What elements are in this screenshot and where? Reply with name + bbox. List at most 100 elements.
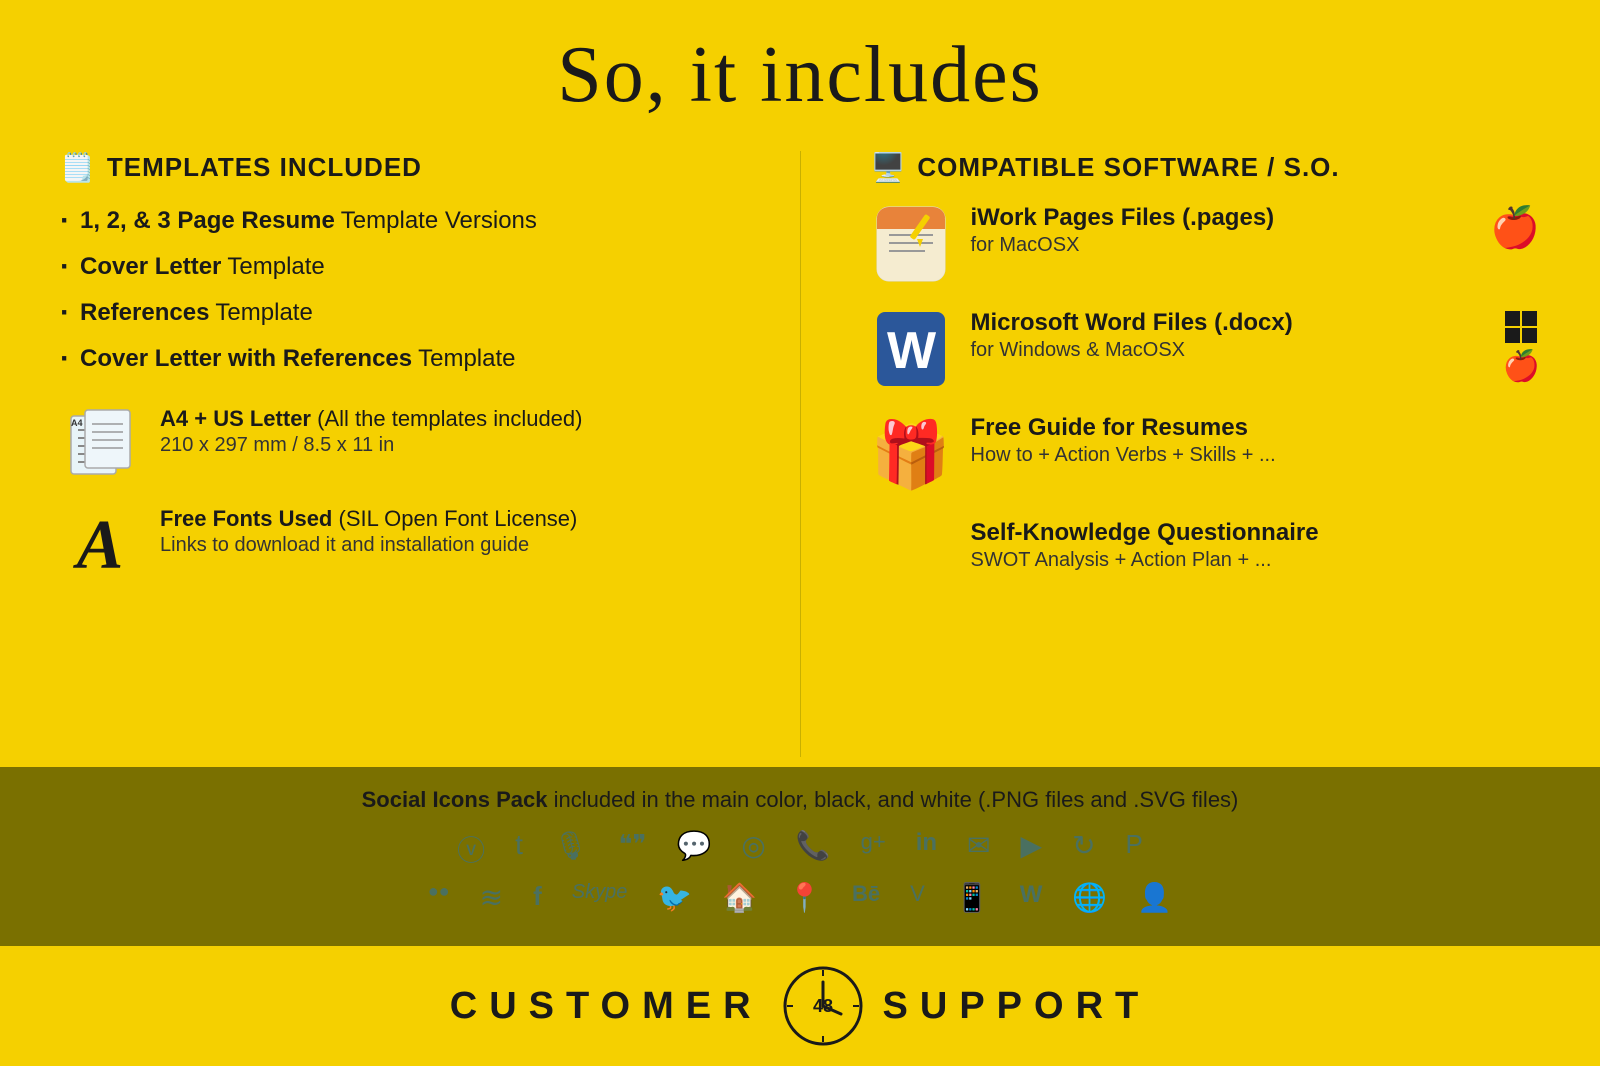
social-icons-row-1: ⓥ t 🎙 ❝❞ 💬 ◎ 📞 g+ in ✉ ▶ ↻ P xyxy=(60,829,1540,869)
facebook-icon: f xyxy=(533,881,542,914)
list-item-bold: Cover Letter xyxy=(80,253,221,281)
svg-text:48: 48 xyxy=(813,996,833,1016)
social-section: Social Icons Pack included in the main c… xyxy=(0,767,1600,946)
social-icons-row-2: ●● ≋ f Skype 🐦 🏠 📍 Bē V 📱 W 🌐 👤 xyxy=(60,881,1540,914)
list-item-regular: Template xyxy=(215,299,312,327)
instagram-icon: ◎ xyxy=(741,829,765,869)
list-item-bold: 1, 2, & 3 Page Resume xyxy=(80,207,335,235)
globe-icon: 🌐 xyxy=(1072,881,1107,914)
font-icon-item: A Free Fonts Used (SIL Open Font License… xyxy=(60,506,730,586)
gift-icon: 🎁 xyxy=(870,422,951,487)
a4-title: A4 + US Letter (All the templates includ… xyxy=(160,406,730,432)
apple-os-icon: 🍎 xyxy=(1480,204,1540,251)
refresh-icon: ↻ xyxy=(1072,829,1095,869)
content-area: 🗒️ TEMPLATES INCLUDED 1, 2, & 3 Page Res… xyxy=(0,141,1600,757)
a4-subtitle: 210 x 297 mm / 8.5 x 11 in xyxy=(160,434,730,457)
location-icon: 📍 xyxy=(787,881,822,914)
youtube-icon: ▶ xyxy=(1021,829,1043,869)
whatsapp-icon: 📱 xyxy=(955,881,990,914)
home-icon: 🏠 xyxy=(722,881,757,914)
flickr-icon: ●● xyxy=(428,881,450,914)
gift-title: Free Guide for Resumes xyxy=(971,414,1541,442)
font-icon-box: A xyxy=(60,506,140,586)
quote-icon: ❝❞ xyxy=(618,829,646,869)
questionnaire-subtitle: SWOT Analysis + Action Plan + ... xyxy=(971,549,1541,572)
questionnaire-item: Self-Knowledge Questionnaire SWOT Analys… xyxy=(871,519,1541,599)
support-badge: 48 xyxy=(783,966,863,1046)
left-column: 🗒️ TEMPLATES INCLUDED 1, 2, & 3 Page Res… xyxy=(60,151,750,757)
phone-icon: 📞 xyxy=(796,829,831,869)
vine-icon: V xyxy=(910,881,925,914)
apple-icon2: 🍎 xyxy=(1503,349,1540,384)
word-text-block: Microsoft Word Files (.docx) for Windows… xyxy=(971,309,1473,362)
list-item-regular: Template xyxy=(418,345,515,373)
software-title: COMPATIBLE SOFTWARE / S.O. xyxy=(917,152,1339,183)
word-software-item: W Microsoft Word Files (.docx) for Windo… xyxy=(871,309,1541,389)
list-item: 1, 2, & 3 Page Resume Template Versions xyxy=(60,204,730,238)
social-bold: Social Icons Pack xyxy=(362,787,548,812)
main-title: So, it includes xyxy=(0,30,1600,121)
gift-subtitle: How to + Action Verbs + Skills + ... xyxy=(971,444,1541,467)
chat-icon: 💬 xyxy=(676,829,711,869)
font-regular: (SIL Open Font License) xyxy=(339,506,578,531)
pages-software-item: iWork Pages Files (.pages) for MacOSX 🍎 xyxy=(871,204,1541,284)
questionnaire-text-block: Self-Knowledge Questionnaire SWOT Analys… xyxy=(971,519,1541,572)
pinterest-icon: P xyxy=(1126,829,1143,869)
a4-icon-item: A4 A4 + US Letter (All the templates inc… xyxy=(60,406,730,486)
wordpress-icon: W xyxy=(1020,881,1043,914)
questionnaire-title: Self-Knowledge Questionnaire xyxy=(971,519,1541,547)
monitor-emoji-icon: 🖥️ xyxy=(871,151,906,184)
footer-section: CUSTOMER 48 SUPPORT xyxy=(0,946,1600,1066)
document-icon: A4 xyxy=(63,406,138,486)
podcast-icon: 🎙 xyxy=(553,829,589,869)
a4-regular: (All the templates included) xyxy=(317,406,582,431)
svg-text:A4: A4 xyxy=(71,418,83,428)
gift-text-block: Free Guide for Resumes How to + Action V… xyxy=(971,414,1541,467)
list-item-bold: Cover Letter with References xyxy=(80,345,412,373)
font-subtitle: Links to download it and installation gu… xyxy=(160,534,730,557)
list-item-regular: Template Versions xyxy=(341,207,537,235)
gift-icon-box: 🎁 xyxy=(871,414,951,494)
windows-icon xyxy=(1503,309,1539,345)
font-text-block: Free Fonts Used (SIL Open Font License) … xyxy=(160,506,730,557)
svg-text:W: W xyxy=(887,322,937,380)
pages-text-block: iWork Pages Files (.pages) for MacOSX xyxy=(971,204,1461,257)
list-item: Cover Letter Template xyxy=(60,250,730,284)
social-regular: included in the main color, black, and w… xyxy=(554,787,1239,812)
a4-bold: A4 + US Letter xyxy=(160,406,311,431)
a4-text-block: A4 + US Letter (All the templates includ… xyxy=(160,406,730,457)
pages-app-icon xyxy=(875,205,947,283)
template-list: 1, 2, & 3 Page Resume Template Versions … xyxy=(60,204,730,376)
pages-icon-box xyxy=(871,204,951,284)
footer-left-text: CUSTOMER xyxy=(450,985,763,1028)
right-column: 🖥️ COMPATIBLE SOFTWARE / S.O. xyxy=(851,151,1541,757)
list-item-bold: References xyxy=(80,299,209,327)
user-icon: 👤 xyxy=(1137,881,1172,914)
linkedin-icon: in xyxy=(916,829,937,869)
vimeo-icon: ⓥ xyxy=(457,829,485,869)
gift-software-item: 🎁 Free Guide for Resumes How to + Action… xyxy=(871,414,1541,494)
clock-badge-icon: 48 xyxy=(783,966,863,1046)
twitter-icon: 🐦 xyxy=(657,881,692,914)
typography-icon: A xyxy=(77,506,124,586)
header-section: So, it includes xyxy=(0,0,1600,141)
word-app-icon: W xyxy=(875,310,947,388)
font-title: Free Fonts Used (SIL Open Font License) xyxy=(160,506,730,532)
templates-title: TEMPLATES INCLUDED xyxy=(107,152,422,183)
email-icon: ✉ xyxy=(967,829,990,869)
googleplus-icon: g+ xyxy=(861,829,886,869)
software-section-header: 🖥️ COMPATIBLE SOFTWARE / S.O. xyxy=(871,151,1541,184)
a4-icon-box: A4 xyxy=(60,406,140,486)
page-emoji-icon: 🗒️ xyxy=(60,151,95,184)
pages-title: iWork Pages Files (.pages) xyxy=(971,204,1461,232)
pages-subtitle: for MacOSX xyxy=(971,234,1461,257)
apple-icon: 🍎 xyxy=(1490,204,1540,251)
skype-icon: Skype xyxy=(572,881,628,914)
tumblr-icon: t xyxy=(515,829,523,869)
questionnaire-icon-box xyxy=(871,519,951,599)
word-title: Microsoft Word Files (.docx) xyxy=(971,309,1473,337)
font-bold: Free Fonts Used xyxy=(160,506,332,531)
list-item-regular: Template xyxy=(227,253,324,281)
social-description: Social Icons Pack included in the main c… xyxy=(60,787,1540,813)
column-divider xyxy=(800,151,801,757)
